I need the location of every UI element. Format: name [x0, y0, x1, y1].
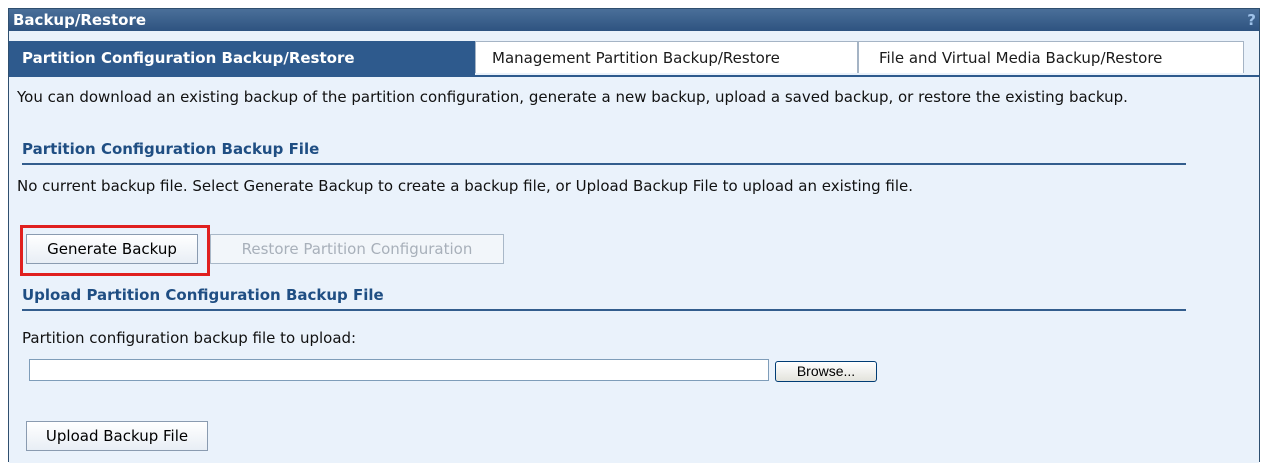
backup-section-title: Partition Configuration Backup File — [22, 140, 320, 158]
restore-partition-configuration-button[interactable]: Restore Partition Configuration — [210, 234, 504, 264]
help-icon[interactable]: ? — [1247, 9, 1256, 31]
upload-backup-file-button[interactable]: Upload Backup File — [26, 421, 208, 451]
browse-button[interactable]: Browse... — [775, 361, 877, 382]
panel-titlebar: Backup/Restore ? — [9, 9, 1259, 31]
backup-file-input[interactable] — [29, 359, 769, 381]
backup-status-text: No current backup file. Select Generate … — [17, 177, 914, 195]
panel-title: Backup/Restore — [13, 11, 147, 29]
upload-field-label: Partition configuration backup file to u… — [22, 329, 357, 347]
upload-section-divider — [22, 309, 1186, 311]
tab-partition-configuration[interactable]: Partition Configuration Backup/Restore — [9, 41, 475, 75]
tab-management-partition[interactable]: Management Partition Backup/Restore — [475, 41, 858, 73]
generate-backup-button[interactable]: Generate Backup — [26, 234, 198, 264]
tab-file-virtual-media[interactable]: File and Virtual Media Backup/Restore — [858, 41, 1244, 73]
intro-description: You can download an existing backup of t… — [17, 88, 1128, 106]
backup-section-divider — [22, 163, 1186, 165]
upload-section-title: Upload Partition Configuration Backup Fi… — [22, 286, 384, 304]
tab-strip: Partition Configuration Backup/Restore M… — [9, 41, 1259, 75]
